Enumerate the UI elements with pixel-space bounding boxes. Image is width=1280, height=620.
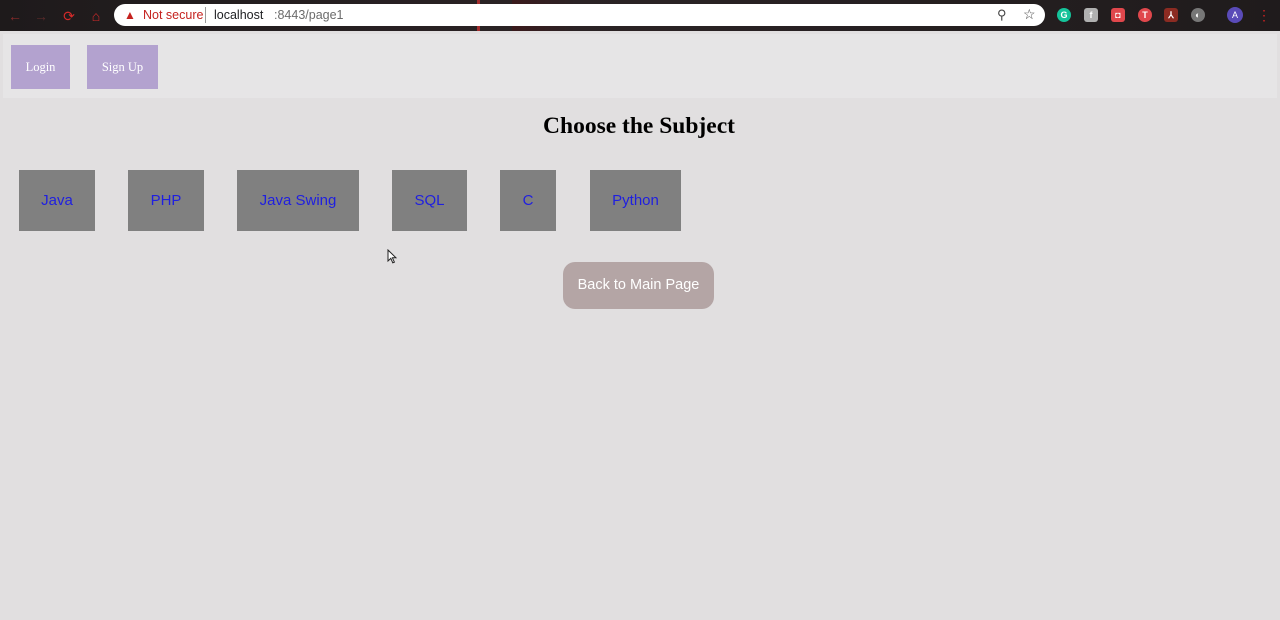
reload-icon[interactable]: ⟳ [60, 7, 78, 25]
home-icon[interactable]: ⌂ [87, 7, 105, 25]
page-title: Choose the Subject [543, 113, 735, 139]
subject-php[interactable]: PHP [128, 170, 204, 231]
menu-dots-icon[interactable]: ⋮ [1257, 6, 1271, 24]
mouse-pointer-icon [387, 249, 397, 264]
page-header: Login Sign Up [3, 34, 1277, 98]
subject-java[interactable]: Java [19, 170, 95, 231]
facebook-icon[interactable]: f [1084, 8, 1098, 22]
shield-icon[interactable]: ◘ [1111, 8, 1125, 22]
subject-sql[interactable]: SQL [392, 170, 467, 231]
bookmark-star-icon[interactable]: ☆ [1023, 6, 1037, 22]
subject-java-swing[interactable]: Java Swing [237, 170, 359, 231]
gray-extension-icon[interactable]: ◐ [1191, 8, 1205, 22]
login-button[interactable]: Login [11, 45, 70, 89]
url-host: localhost [214, 8, 264, 22]
warning-triangle-icon: ▲ [124, 8, 136, 22]
subject-python[interactable]: Python [590, 170, 681, 231]
url-path: :8443/page1 [274, 8, 344, 22]
address-separator [205, 7, 206, 23]
signup-button[interactable]: Sign Up [87, 45, 158, 89]
back-arrow-icon[interactable]: ← [6, 7, 24, 25]
profile-avatar[interactable]: A [1227, 7, 1243, 23]
forward-arrow-icon[interactable]: → [32, 7, 50, 25]
security-status-label[interactable]: Not secure [143, 7, 203, 23]
pdf-icon[interactable]: ⅄ [1164, 8, 1178, 22]
t-icon[interactable]: T [1138, 8, 1152, 22]
address-bar[interactable]: ▲ Not secure localhost :8443/page1 ⚲ ☆ [114, 4, 1045, 26]
search-icon[interactable]: ⚲ [997, 7, 1011, 23]
subject-c[interactable]: C [500, 170, 556, 231]
grammarly-icon[interactable]: G [1057, 8, 1071, 22]
back-to-main-button[interactable]: Back to Main Page [563, 262, 714, 309]
browser-toolbar: ← → ⟳ ⌂ ▲ Not secure localhost :8443/pag… [0, 0, 1280, 31]
